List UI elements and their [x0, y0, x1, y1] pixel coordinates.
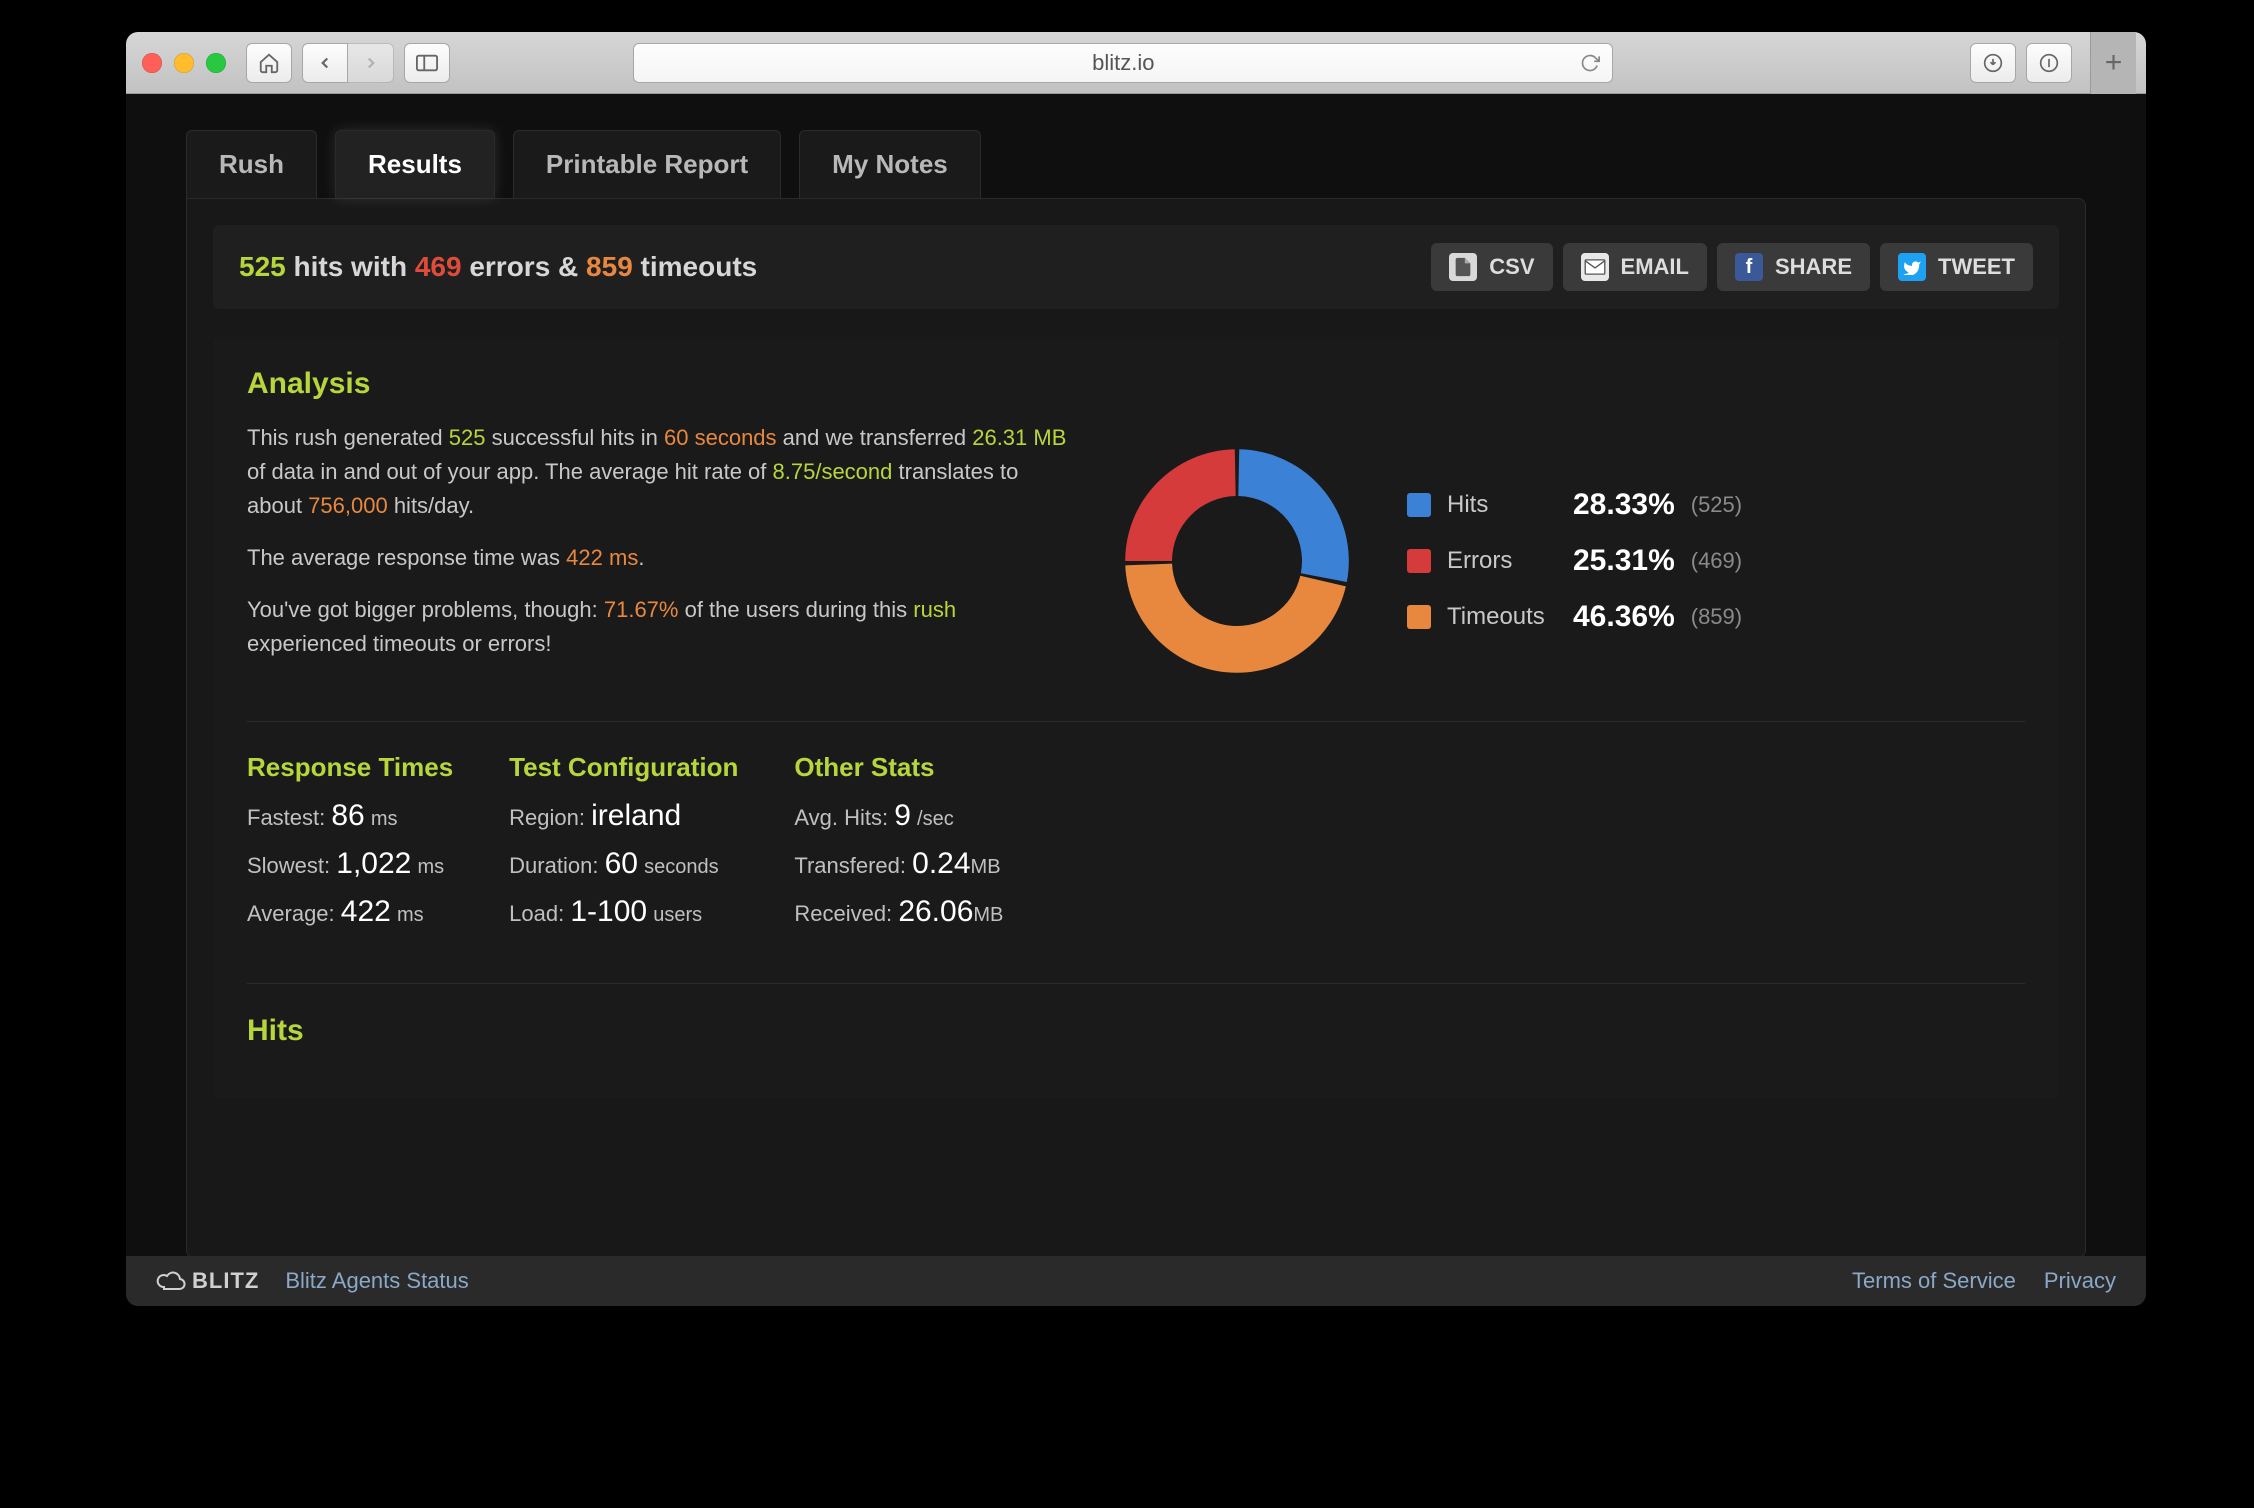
tab-rush[interactable]: Rush	[186, 130, 317, 198]
agents-status-link[interactable]: Blitz Agents Status	[285, 1268, 468, 1294]
response-times-heading: Response Times	[247, 752, 453, 783]
back-button[interactable]	[302, 43, 348, 83]
test-config-col: Test Configuration Region: ireland Durat…	[509, 752, 738, 943]
privacy-link[interactable]: Privacy	[2044, 1268, 2116, 1294]
hits-heading: Hits	[247, 1014, 2025, 1048]
brand-logo[interactable]: BLITZ	[156, 1268, 259, 1294]
csv-icon	[1449, 253, 1477, 281]
url-text: blitz.io	[1092, 50, 1154, 76]
action-buttons: CSV EMAIL f SHARE	[1431, 243, 2033, 291]
facebook-icon: f	[1735, 253, 1763, 281]
page-content: Rush Results Printable Report My Notes 5…	[126, 94, 2146, 1256]
new-tab-button[interactable]: +	[2090, 32, 2136, 94]
other-stats-col: Other Stats Avg. Hits: 9 /sec Transfered…	[794, 752, 1003, 943]
swatch-timeouts	[1407, 605, 1431, 629]
twitter-icon	[1898, 253, 1926, 281]
average-stat: Average: 422 ms	[247, 895, 453, 929]
analysis-heading: Analysis	[247, 367, 2025, 401]
chart-legend: Hits 28.33% (525) Errors 25.31% (469)	[1407, 488, 1742, 634]
fastest-stat: Fastest: 86 ms	[247, 799, 453, 833]
window-controls	[142, 53, 226, 73]
tos-link[interactable]: Terms of Service	[1852, 1268, 2016, 1294]
chart-area: Hits 28.33% (525) Errors 25.31% (469)	[1107, 421, 2025, 691]
stats-columns: Response Times Fastest: 86 ms Slowest: 1…	[247, 721, 2025, 984]
home-button[interactable]	[246, 43, 292, 83]
summary-bar: 525 hits with 469 errors & 859 timeouts …	[213, 225, 2059, 309]
minimize-window-icon[interactable]	[174, 53, 194, 73]
extensions-button[interactable]	[2026, 43, 2072, 83]
cloud-icon	[156, 1271, 186, 1291]
email-button[interactable]: EMAIL	[1563, 243, 1707, 291]
legend-timeouts: Timeouts 46.36% (859)	[1407, 600, 1742, 634]
donut-chart	[1107, 431, 1367, 691]
slowest-stat: Slowest: 1,022 ms	[247, 847, 453, 881]
email-icon	[1581, 253, 1609, 281]
forward-button[interactable]	[348, 43, 394, 83]
browser-window: blitz.io + Rush Results Printable Report…	[126, 32, 2146, 1306]
hits-section: Hits	[247, 1014, 2025, 1048]
sidebar-button[interactable]	[404, 43, 450, 83]
received-stat: Received: 26.06MB	[794, 895, 1003, 929]
load-stat: Load: 1-100 users	[509, 895, 738, 929]
analysis-prose: This rush generated 525 successful hits …	[247, 421, 1067, 691]
transfered-stat: Transfered: 0.24MB	[794, 847, 1003, 881]
analysis-section: Analysis This rush generated 525 success…	[213, 337, 2059, 1098]
response-times-col: Response Times Fastest: 86 ms Slowest: 1…	[247, 752, 453, 943]
share-button[interactable]: f SHARE	[1717, 243, 1870, 291]
tab-results[interactable]: Results	[335, 130, 495, 198]
swatch-errors	[1407, 549, 1431, 573]
tweet-button[interactable]: TWEET	[1880, 243, 2033, 291]
browser-toolbar: blitz.io +	[126, 32, 2146, 94]
test-config-heading: Test Configuration	[509, 752, 738, 783]
tab-bar: Rush Results Printable Report My Notes	[186, 130, 2086, 198]
results-panel: 525 hits with 469 errors & 859 timeouts …	[186, 198, 2086, 1256]
duration-stat: Duration: 60 seconds	[509, 847, 738, 881]
close-window-icon[interactable]	[142, 53, 162, 73]
reload-icon[interactable]	[1580, 53, 1600, 73]
legend-errors: Errors 25.31% (469)	[1407, 544, 1742, 578]
legend-hits: Hits 28.33% (525)	[1407, 488, 1742, 522]
swatch-hits	[1407, 493, 1431, 517]
page-footer: BLITZ Blitz Agents Status Terms of Servi…	[126, 1256, 2146, 1306]
avghits-stat: Avg. Hits: 9 /sec	[794, 799, 1003, 833]
region-stat: Region: ireland	[509, 799, 738, 833]
other-stats-heading: Other Stats	[794, 752, 1003, 783]
csv-button[interactable]: CSV	[1431, 243, 1552, 291]
downloads-button[interactable]	[1970, 43, 2016, 83]
tab-my-notes[interactable]: My Notes	[799, 130, 981, 198]
summary-text: 525 hits with 469 errors & 859 timeouts	[239, 251, 757, 283]
maximize-window-icon[interactable]	[206, 53, 226, 73]
tab-printable-report[interactable]: Printable Report	[513, 130, 781, 198]
address-bar[interactable]: blitz.io	[633, 43, 1613, 83]
